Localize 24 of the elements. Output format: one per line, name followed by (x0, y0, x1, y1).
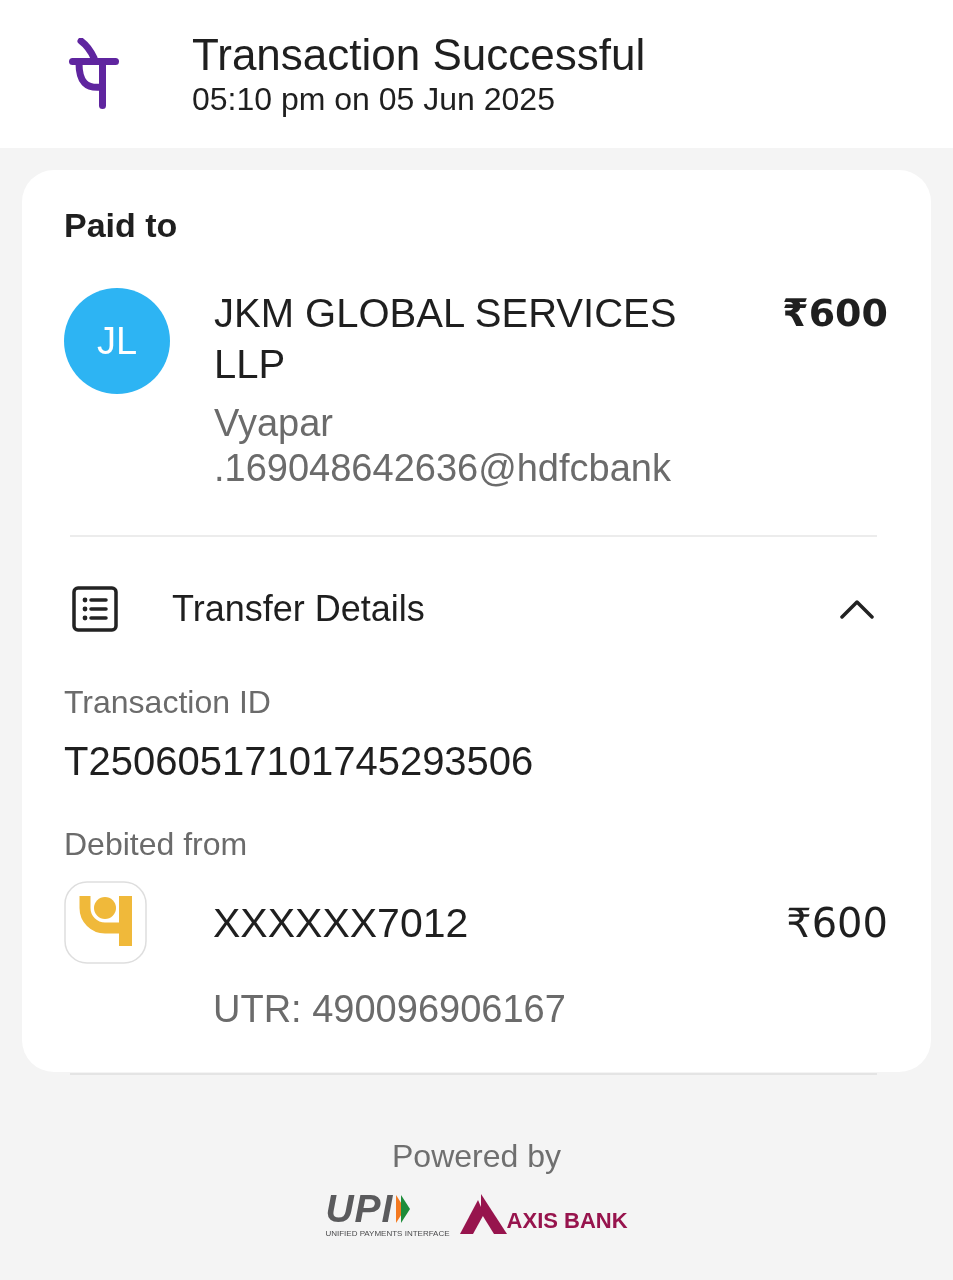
tricolor-arrow-icon (396, 1194, 411, 1223)
account-number: XXXXXX7012 (213, 898, 469, 947)
paid-amount: ₹600 (782, 290, 888, 337)
debited-amount: ₹600 (786, 898, 888, 947)
transaction-id: T25060517101745293506 (64, 738, 534, 785)
bank-logo-icon (64, 881, 147, 964)
app-logo-icon (68, 37, 120, 111)
section-title: Transfer Details (172, 587, 425, 631)
avatar: JL (64, 288, 170, 394)
upi-id: Vyapar.169048642636@hdfcbank (214, 401, 672, 491)
list-icon (72, 586, 118, 632)
powered-by-label: Powered by (392, 1137, 561, 1176)
payee-name: JKM GLOBAL SERVICES LLP (214, 290, 678, 388)
field-label: Transaction ID (64, 683, 271, 722)
upi-logo-text: UPI (325, 1189, 394, 1228)
chevron-up-icon[interactable] (840, 599, 874, 619)
upi-tagline: UNIFIED PAYMENTS INTERFACE (325, 1229, 450, 1239)
utr-number: UTR: 490096906167 (213, 987, 566, 1032)
timestamp: 05:10 pm on 05 Jun 2025 (192, 80, 555, 118)
field-label: Debited from (64, 825, 248, 864)
status-title: Transaction Successful (192, 30, 646, 80)
section-heading: Paid to (64, 205, 178, 245)
bank-mark-icon (459, 1194, 507, 1234)
bank-name: AXIS BANK (506, 1208, 628, 1234)
